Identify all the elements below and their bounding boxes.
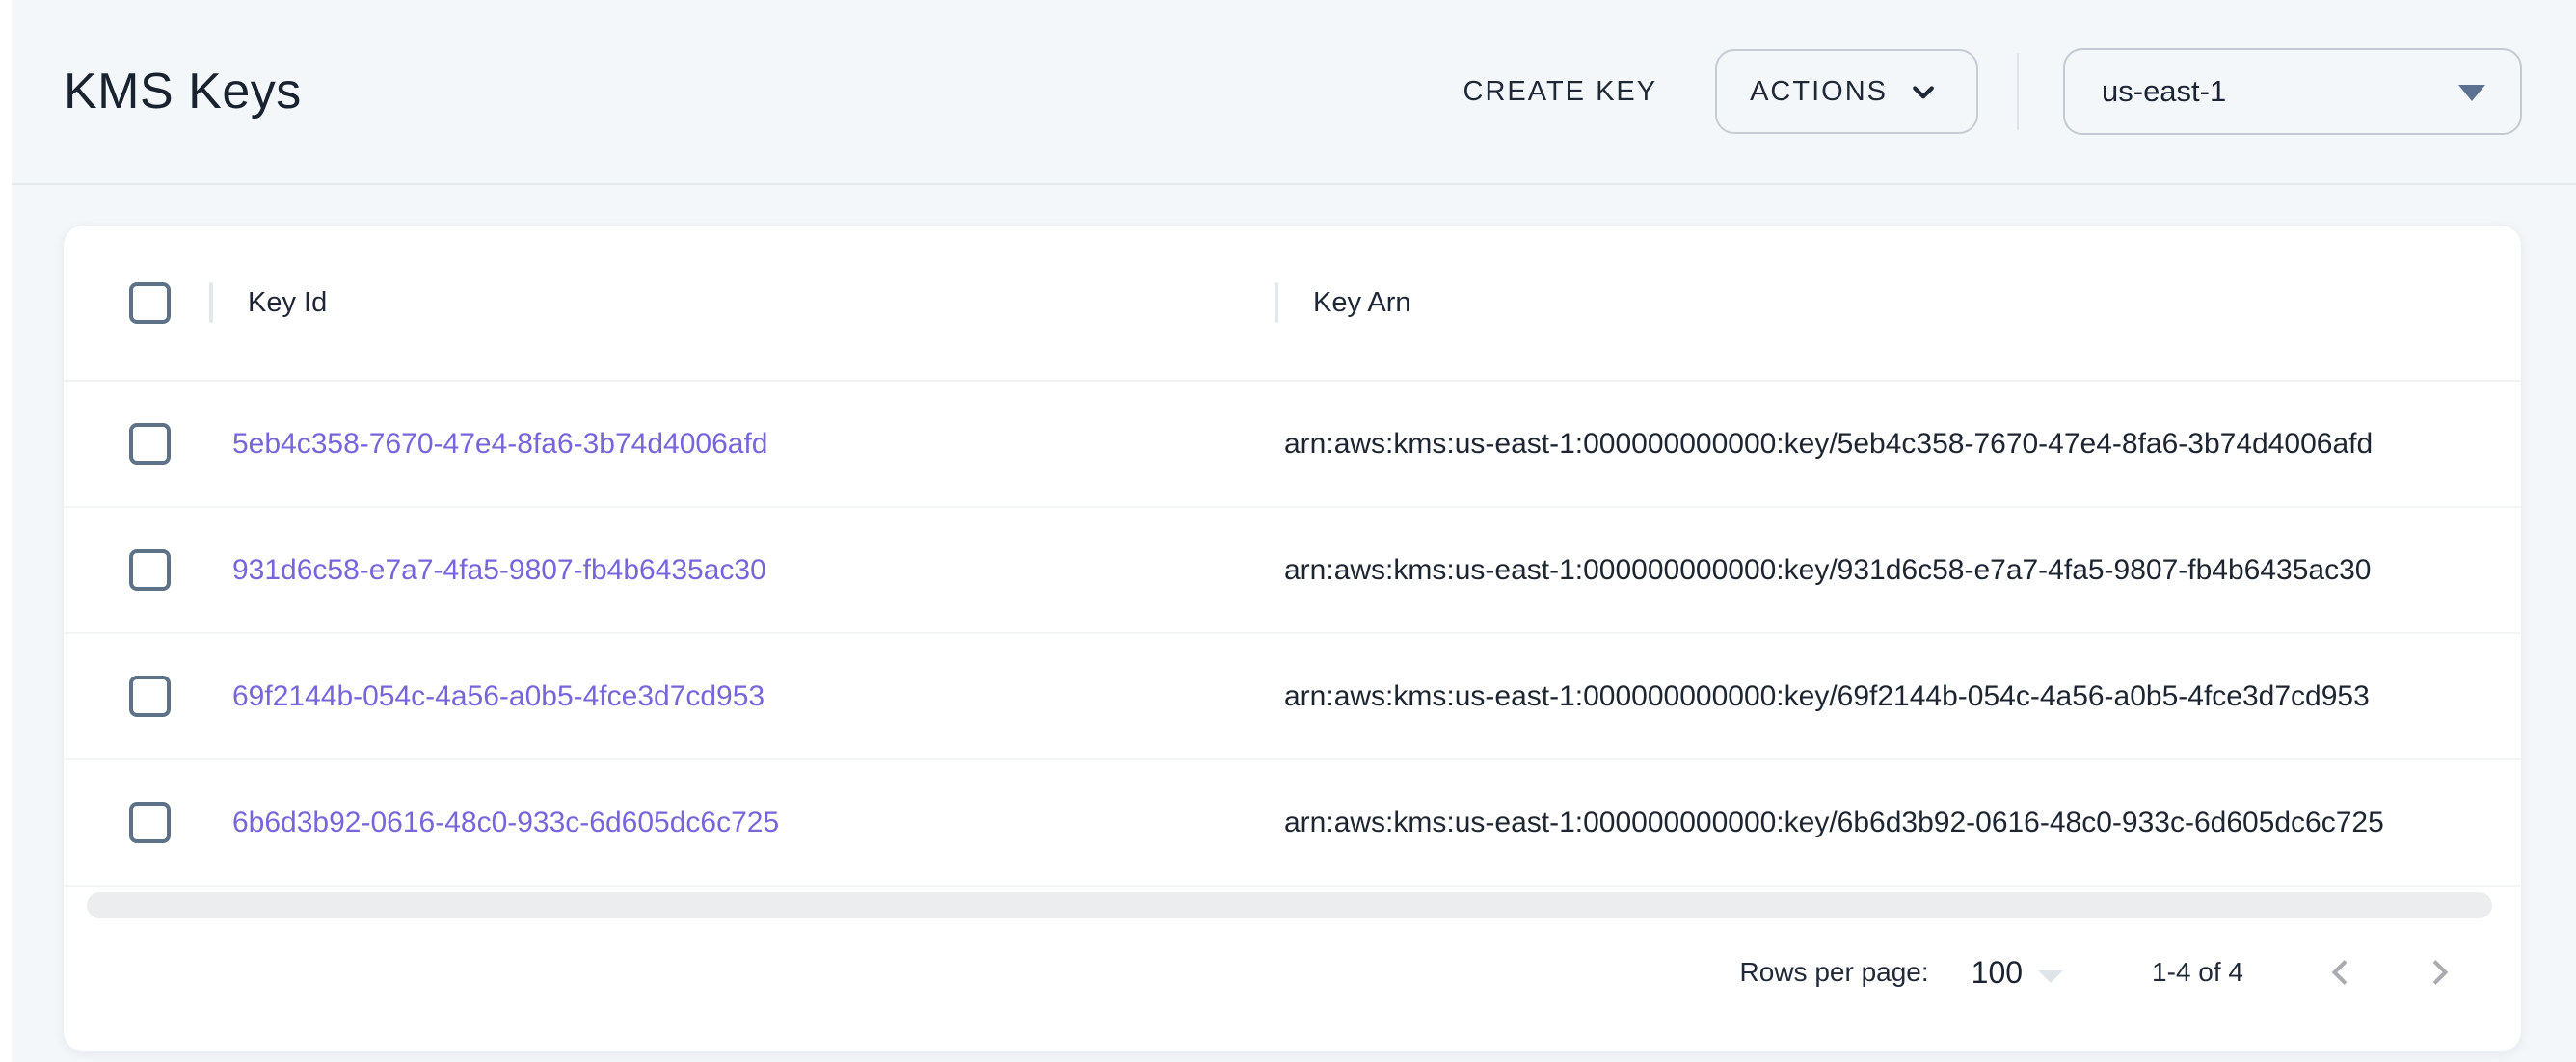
row-checkbox-cell (64, 676, 209, 717)
key-arn-text: arn:aws:kms:us-east-1:000000000000:key/6… (1284, 680, 2370, 713)
row-keyid-cell: 931d6c58-e7a7-4fa5-9807-fb4b6435ac30 (209, 554, 1275, 587)
region-select[interactable]: us-east-1 (2063, 48, 2522, 135)
row-checkbox-cell (64, 549, 209, 591)
row-keyarn-cell: arn:aws:kms:us-east-1:000000000000:key/6… (1275, 680, 2521, 713)
row-checkbox-cell (64, 802, 209, 843)
row-keyarn-cell: arn:aws:kms:us-east-1:000000000000:key/5… (1275, 428, 2521, 461)
pagination-bar: Rows per page: 100 1-4 of 4 (64, 951, 2521, 994)
row-keyid-cell: 5eb4c358-7670-47e4-8fa6-3b74d4006afd (209, 428, 1275, 461)
row-keyid-cell: 6b6d3b92-0616-48c0-933c-6d605dc6c725 (209, 807, 1275, 839)
table-row: 69f2144b-054c-4a56-a0b5-4fce3d7cd953 arn… (64, 634, 2521, 760)
table-header-row: Key Id Key Arn (64, 226, 2521, 382)
row-checkbox[interactable] (129, 802, 171, 843)
row-keyarn-cell: arn:aws:kms:us-east-1:000000000000:key/9… (1275, 554, 2521, 587)
chevron-down-icon (1903, 71, 1944, 112)
header-keyarn-cell: Key Arn (1275, 282, 2521, 323)
page-title: KMS Keys (64, 63, 302, 120)
header-keyid-cell: Key Id (209, 282, 1275, 323)
column-resize-handle[interactable] (209, 282, 213, 323)
previous-page-button[interactable] (2319, 951, 2361, 994)
select-all-checkbox[interactable] (129, 282, 171, 324)
row-checkbox-cell (64, 423, 209, 465)
row-keyarn-cell: arn:aws:kms:us-east-1:000000000000:key/6… (1275, 807, 2521, 839)
column-resize-handle[interactable] (1275, 282, 1278, 323)
table-row: 5eb4c358-7670-47e4-8fa6-3b74d4006afd arn… (64, 382, 2521, 508)
header-actions: CREATE KEY ACTIONS us-east-1 (1442, 48, 2522, 135)
rows-per-page-select[interactable]: 100 (1972, 955, 2063, 991)
pagination-range: 1-4 of 4 (2152, 957, 2243, 988)
page-header: KMS Keys CREATE KEY ACTIONS us-east-1 (12, 0, 2576, 185)
key-id-link[interactable]: 931d6c58-e7a7-4fa5-9807-fb4b6435ac30 (232, 554, 766, 587)
key-arn-text: arn:aws:kms:us-east-1:000000000000:key/5… (1284, 428, 2373, 461)
row-keyid-cell: 69f2144b-054c-4a56-a0b5-4fce3d7cd953 (209, 680, 1275, 713)
next-page-button[interactable] (2419, 951, 2461, 994)
actions-button[interactable]: ACTIONS (1715, 49, 1978, 134)
key-arn-text: arn:aws:kms:us-east-1:000000000000:key/9… (1284, 554, 2371, 587)
rows-per-page-value: 100 (1972, 955, 2023, 991)
triangle-down-icon (2038, 970, 2063, 983)
column-header-key-arn: Key Arn (1313, 287, 1411, 319)
rows-per-page-label: Rows per page: (1740, 957, 1929, 988)
header-vertical-divider (2017, 53, 2019, 130)
triangle-down-icon (2458, 85, 2485, 101)
main-content: KMS Keys CREATE KEY ACTIONS us-east-1 (12, 0, 2576, 1062)
column-header-key-id: Key Id (248, 287, 327, 319)
row-checkbox[interactable] (129, 423, 171, 465)
table-row: 6b6d3b92-0616-48c0-933c-6d605dc6c725 arn… (64, 760, 2521, 887)
row-checkbox[interactable] (129, 676, 171, 717)
horizontal-scrollbar[interactable] (87, 892, 2492, 918)
key-id-link[interactable]: 6b6d3b92-0616-48c0-933c-6d605dc6c725 (232, 807, 779, 839)
kms-keys-card: Key Id Key Arn 5eb4c358-7670-47e4-8fa6-3… (63, 225, 2522, 1052)
key-arn-text: arn:aws:kms:us-east-1:000000000000:key/6… (1284, 807, 2384, 839)
key-id-link[interactable]: 5eb4c358-7670-47e4-8fa6-3b74d4006afd (232, 428, 767, 461)
kms-keys-page: KMS Keys CREATE KEY ACTIONS us-east-1 (0, 0, 2576, 1062)
chevron-right-icon (2419, 951, 2461, 994)
key-id-link[interactable]: 69f2144b-054c-4a56-a0b5-4fce3d7cd953 (232, 680, 765, 713)
chevron-left-icon (2319, 951, 2361, 994)
row-checkbox[interactable] (129, 549, 171, 591)
table-row: 931d6c58-e7a7-4fa5-9807-fb4b6435ac30 arn… (64, 508, 2521, 634)
left-gutter (0, 0, 12, 1062)
region-select-value: us-east-1 (2102, 74, 2226, 109)
create-key-button[interactable]: CREATE KEY (1442, 59, 1679, 125)
header-checkbox-cell (64, 282, 209, 324)
actions-button-label: ACTIONS (1750, 76, 1888, 108)
